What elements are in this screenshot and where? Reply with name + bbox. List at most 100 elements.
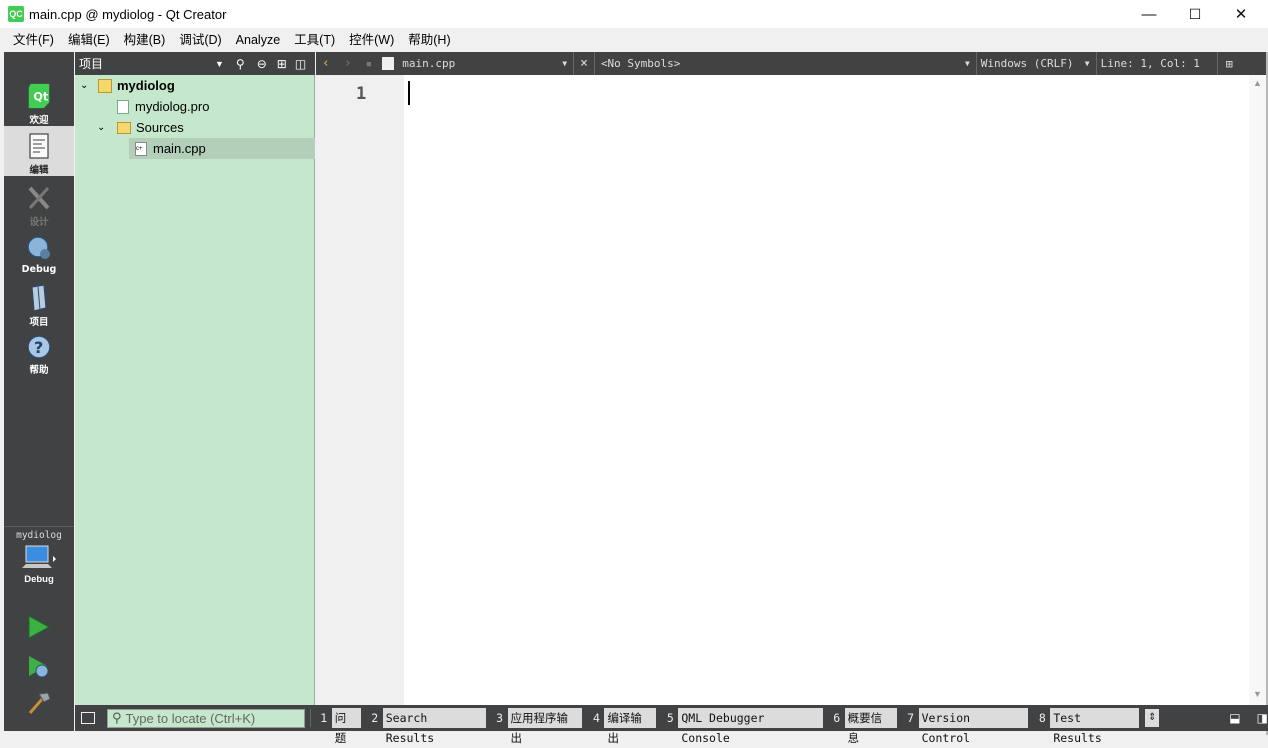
pane-number: 3 [491, 708, 508, 728]
toggle-sidebar-icon[interactable] [81, 712, 95, 724]
qt-logo-icon: Qt [28, 83, 50, 109]
scroll-up-icon[interactable]: ▲ [1253, 78, 1262, 88]
mode-welcome[interactable]: Qt 欢迎 [4, 76, 74, 126]
chevron-down-icon[interactable]: ▼ [965, 59, 970, 68]
pane-number: 1 [315, 708, 332, 728]
pane-label: 应用程序输出 [507, 708, 583, 745]
edit-document-icon [29, 133, 49, 159]
chevron-down-icon[interactable]: ▼ [215, 59, 224, 69]
menu-help[interactable]: 帮助(H) [401, 28, 457, 52]
pane-number: 8 [1034, 708, 1051, 728]
mode-label: 欢迎 [29, 115, 49, 126]
close-button[interactable]: ✕ [1218, 0, 1264, 28]
pane-number: 4 [588, 708, 605, 728]
mode-label: 项目 [29, 317, 49, 328]
mode-debug[interactable]: Debug [4, 228, 74, 278]
pane-qml-debugger-console[interactable]: 5 QML Debugger Console [662, 708, 823, 745]
desktop-computer-icon [22, 545, 56, 568]
minimize-button[interactable]: — [1126, 0, 1172, 28]
line-number-gutter: 1 [316, 75, 404, 705]
editor-toolbar: ‹ › ▪ main.cpp ▼ × <No Symbols> ▼ Window… [316, 52, 1268, 75]
menu-edit[interactable]: 编辑(E) [61, 28, 117, 52]
close-document-icon[interactable]: × [580, 56, 588, 71]
line-ending-selector[interactable]: Windows (CRLF) [981, 57, 1085, 70]
pane-search-results[interactable]: 2 Search Results [366, 708, 486, 745]
menu-analyze[interactable]: Analyze [229, 28, 287, 52]
qt-creator-app-icon: QC [8, 6, 24, 22]
toggle-right-sidebar-icon[interactable]: ◨ [1257, 711, 1268, 725]
more-panes-icon[interactable]: ⇕ [1145, 709, 1160, 727]
text-cursor [408, 81, 410, 105]
code-editor[interactable] [404, 75, 1249, 705]
pane-general-messages[interactable]: 6 概要信息 [828, 708, 897, 745]
kit-build-mode: Debug [24, 574, 54, 585]
pane-number: 2 [366, 708, 383, 728]
menu-debug[interactable]: 调试(D) [172, 28, 228, 52]
menu-bar: 文件(F) 编辑(E) 构建(B) 调试(D) Analyze 工具(T) 控件… [0, 28, 1268, 52]
pane-version-control[interactable]: 7 Version Control [902, 708, 1029, 745]
forward-arrow-icon[interactable]: › [344, 56, 352, 71]
link-sync-icon[interactable]: ⊖ [257, 57, 267, 71]
split-icon[interactable]: ⊞ [277, 57, 287, 71]
scroll-down-icon[interactable]: ▼ [1253, 689, 1262, 699]
document-selector[interactable]: main.cpp [402, 57, 562, 70]
mode-projects[interactable]: 项目 [4, 278, 74, 328]
run-play-icon [28, 615, 51, 639]
chevron-down-icon[interactable]: ▼ [1085, 59, 1090, 68]
tree-item-label: mydiolog [117, 78, 175, 93]
pane-label: Version Control [918, 708, 1029, 745]
pane-label: 编译输出 [604, 708, 657, 745]
divider [573, 52, 575, 75]
pane-compile-output[interactable]: 4 编译输出 [588, 708, 657, 745]
expand-arrow-icon[interactable]: ⌄ [80, 80, 94, 91]
mode-design[interactable]: 设计 [4, 178, 74, 228]
mode-label: 帮助 [29, 365, 49, 376]
sidebar-view-selector[interactable]: 项目 [79, 55, 219, 72]
cpp-file-icon: c+ [135, 141, 147, 156]
divider [975, 52, 977, 75]
tree-item-pro-file[interactable]: mydiolog.pro [75, 96, 315, 117]
expand-arrow-icon[interactable]: ⌄ [97, 122, 111, 133]
window-title: main.cpp @ mydiolog - Qt Creator [29, 6, 227, 22]
pane-number: 7 [902, 708, 919, 728]
mode-edit[interactable]: 编辑 [4, 126, 74, 176]
sidebar-toolbar: 项目 ▼ ⚲ ⊖ ⊞ ◫ [75, 52, 315, 75]
chevron-down-icon[interactable]: ▼ [562, 59, 567, 68]
divider [1216, 52, 1218, 75]
tree-item-main-cpp[interactable]: c+ main.cpp [129, 138, 315, 159]
pane-label: 问题 [331, 708, 361, 745]
tree-item-project[interactable]: ⌄ mydiolog [75, 75, 315, 96]
filter-icon[interactable]: ⚲ [236, 57, 245, 71]
pane-label: Search Results [382, 708, 486, 745]
help-question-icon: ? [27, 335, 51, 359]
menu-build[interactable]: 构建(B) [117, 28, 173, 52]
maximize-button[interactable]: ☐ [1172, 0, 1218, 28]
menu-tools[interactable]: 工具(T) [287, 28, 342, 52]
folder-icon [117, 121, 131, 134]
pane-application-output[interactable]: 3 应用程序输出 [491, 708, 583, 745]
run-button[interactable] [26, 614, 52, 640]
build-hammer-icon [28, 692, 51, 714]
cursor-position[interactable]: Line: 1, Col: 1 [1101, 57, 1211, 70]
lock-icon[interactable]: ▪ [366, 57, 373, 70]
close-sidebar-icon[interactable]: ◫ [295, 57, 306, 71]
pane-number: 5 [662, 708, 679, 728]
kit-selector[interactable]: mydiolog Debug [4, 530, 74, 600]
pane-label: 概要信息 [844, 708, 897, 745]
debug-run-button[interactable] [26, 654, 52, 680]
tree-item-label: Sources [136, 120, 184, 135]
project-tree: ⌄ mydiolog mydiolog.pro ⌄ Sources c+ mai… [75, 75, 315, 705]
cpp-file-icon [382, 57, 395, 70]
back-arrow-icon[interactable]: ‹ [322, 56, 330, 71]
menu-file[interactable]: 文件(F) [6, 28, 61, 52]
locator-input[interactable]: ⚲ Type to locate (Ctrl+K) [106, 708, 305, 728]
build-button[interactable] [26, 690, 52, 716]
split-editor-icon[interactable]: ⊞ [1226, 57, 1233, 71]
symbols-selector[interactable]: <No Symbols> [601, 57, 965, 70]
menu-widgets[interactable]: 控件(W) [342, 28, 401, 52]
pane-issues[interactable]: 1 问题 [315, 708, 361, 745]
mode-help[interactable]: ? 帮助 [4, 328, 74, 378]
pane-test-results[interactable]: 8 Test Results [1034, 708, 1140, 745]
tree-item-sources[interactable]: ⌄ Sources [75, 117, 315, 138]
maximize-pane-icon[interactable]: ⬓ [1229, 711, 1240, 725]
